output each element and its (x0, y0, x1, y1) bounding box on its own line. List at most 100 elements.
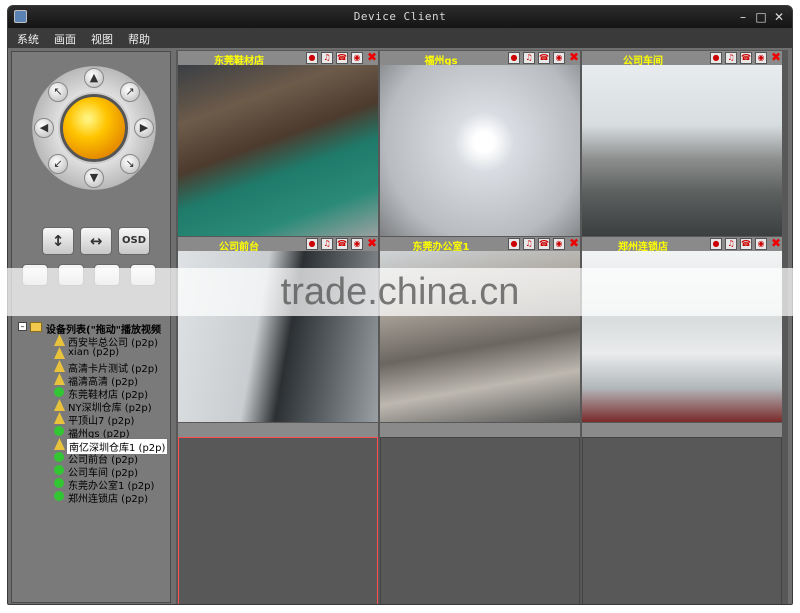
camera-header: 公司前台 ● ♫ ☎ ◉ ✖ (178, 237, 378, 253)
ptz-center-button[interactable] (60, 94, 128, 162)
snapshot-icon[interactable]: ◉ (553, 52, 565, 64)
ptz-control: ▲ ▼ ◀ ▶ ↖ ↗ ↙ ↘ (32, 66, 156, 190)
close-icon[interactable]: ✕ (772, 10, 786, 24)
tree-device-item[interactable]: 东莞鞋材店 (p2p) (16, 386, 166, 401)
ptz-down-icon[interactable]: ▼ (84, 168, 104, 188)
talk-icon[interactable]: ☎ (538, 52, 550, 64)
camera-device-icon (54, 438, 65, 450)
app-window: Device Client – □ ✕ 系统 画面 视图 帮助 ▲ ▼ ◀ ▶ ↖ ↗… (7, 5, 793, 605)
record-icon[interactable]: ● (508, 52, 520, 64)
snapshot-icon[interactable]: ◉ (351, 52, 363, 64)
record-icon[interactable]: ● (306, 238, 318, 250)
empty-video-cell[interactable] (380, 437, 580, 604)
folder-icon (30, 322, 42, 332)
audio-icon[interactable]: ♫ (321, 52, 333, 64)
record-icon[interactable]: ● (710, 52, 722, 64)
minimize-icon[interactable]: – (736, 10, 750, 24)
menu-bar: 系统 画面 视图 帮助 (8, 28, 792, 48)
record-icon[interactable]: ● (508, 238, 520, 250)
ptz-up-left-icon[interactable]: ↖ (48, 82, 68, 102)
snapshot-icon[interactable]: ◉ (755, 52, 767, 64)
talk-icon[interactable]: ☎ (740, 52, 752, 64)
camera-video-feed[interactable] (380, 251, 580, 422)
online-device-icon (54, 465, 64, 475)
ptz-right-icon[interactable]: ▶ (134, 118, 154, 138)
menu-system[interactable]: 系统 (8, 28, 45, 47)
tree-device-item[interactable]: 福州gs (p2p) (16, 425, 166, 440)
camera-header: 东莞办公室1 ● ♫ ☎ ◉ ✖ (380, 237, 580, 253)
ptz-left-icon[interactable]: ◀ (34, 118, 54, 138)
online-device-icon (54, 491, 64, 501)
tree-device-item[interactable]: 平顶山7 (p2p) (16, 412, 166, 427)
tree-device-item[interactable]: 福清高清 (p2p) (16, 373, 166, 388)
audio-icon[interactable]: ♫ (523, 238, 535, 250)
snapshot-icon[interactable]: ◉ (553, 238, 565, 250)
audio-icon[interactable]: ♫ (321, 238, 333, 250)
camera-video-feed[interactable] (582, 251, 782, 422)
talk-icon[interactable]: ☎ (740, 238, 752, 250)
close-icon[interactable]: ✖ (366, 51, 378, 64)
ptz-down-right-icon[interactable]: ↘ (120, 154, 140, 174)
tree-device-item[interactable]: 公司车间 (p2p) (16, 464, 166, 479)
camera-video-feed[interactable] (178, 251, 378, 422)
tree-device-item[interactable]: NY深圳仓库 (p2p) (16, 399, 166, 414)
tree-device-label: 郑州连锁店 (p2p) (68, 494, 149, 505)
tree-device-item[interactable]: 东莞办公室1 (p2p) (16, 477, 166, 492)
empty-video-cell[interactable] (178, 437, 378, 604)
ptz-up-icon[interactable]: ▲ (84, 68, 104, 88)
ptz-down-left-icon[interactable]: ↙ (48, 154, 68, 174)
camera-device-icon (54, 360, 65, 372)
close-icon[interactable]: ✖ (770, 51, 782, 64)
talk-icon[interactable]: ☎ (336, 238, 348, 250)
tree-device-item[interactable]: 郑州连锁店 (p2p) (16, 490, 166, 505)
camera-header: 福州gs ● ♫ ☎ ◉ ✖ (380, 51, 580, 67)
title-bar: Device Client – □ ✕ (8, 6, 792, 28)
control-panel: ▲ ▼ ◀ ▶ ↖ ↗ ↙ ↘ ↕ ↔ OSD – 设备列表("拖动"播放视频 … (11, 51, 171, 603)
online-device-icon (54, 478, 64, 488)
close-icon[interactable]: ✖ (366, 237, 378, 250)
camera-video-feed[interactable] (380, 65, 580, 236)
tree-device-item[interactable]: 西安毕总公司 (p2p) (16, 334, 166, 349)
osd-button[interactable]: OSD (118, 227, 150, 255)
tree-device-item[interactable]: xian (p2p) (16, 347, 166, 360)
tree-device-item[interactable]: 高清卡片测试 (p2p) (16, 360, 166, 375)
camera-header: 郑州连锁店 ● ♫ ☎ ◉ ✖ (582, 237, 782, 253)
record-icon[interactable]: ● (710, 238, 722, 250)
iris-open-button[interactable] (94, 264, 120, 286)
menu-view[interactable]: 视图 (82, 28, 119, 47)
iris-close-button[interactable] (130, 264, 156, 286)
tree-device-item[interactable]: 公司前台 (p2p) (16, 451, 166, 466)
focus-near-button[interactable] (22, 264, 48, 286)
camera-header: 公司车间 ● ♫ ☎ ◉ ✖ (582, 51, 782, 67)
camera-device-icon (54, 399, 65, 411)
record-icon[interactable]: ● (306, 52, 318, 64)
window-title: Device Client (353, 10, 447, 23)
snapshot-icon[interactable]: ◉ (755, 238, 767, 250)
collapse-icon[interactable]: – (18, 322, 27, 331)
close-icon[interactable]: ✖ (568, 51, 580, 64)
camera-header: 东莞鞋材店 ● ♫ ☎ ◉ ✖ (178, 51, 378, 67)
camera-video-feed[interactable] (178, 65, 378, 236)
ptz-up-right-icon[interactable]: ↗ (120, 82, 140, 102)
talk-icon[interactable]: ☎ (336, 52, 348, 64)
empty-video-cell[interactable] (582, 437, 782, 604)
online-device-icon (54, 387, 64, 397)
zoom-vertical-button[interactable]: ↕ (42, 227, 74, 255)
menu-screen[interactable]: 画面 (45, 28, 82, 47)
close-icon[interactable]: ✖ (568, 237, 580, 250)
camera-video-feed[interactable] (582, 65, 782, 236)
device-tree: – 设备列表("拖动"播放视频 西安毕总公司 (p2p) xian (p2p) 高清… (16, 321, 169, 601)
close-icon[interactable]: ✖ (770, 237, 782, 250)
focus-far-button[interactable] (58, 264, 84, 286)
zoom-horizontal-button[interactable]: ↔ (80, 227, 112, 255)
audio-icon[interactable]: ♫ (523, 52, 535, 64)
snapshot-icon[interactable]: ◉ (351, 238, 363, 250)
audio-icon[interactable]: ♫ (725, 238, 737, 250)
maximize-icon[interactable]: □ (754, 10, 768, 24)
tree-device-item[interactable]: 南亿深圳仓库1 (p2p) (16, 438, 169, 455)
camera-device-icon (54, 334, 65, 346)
menu-help[interactable]: 帮助 (119, 28, 156, 47)
empty-cell-header (380, 423, 580, 437)
talk-icon[interactable]: ☎ (538, 238, 550, 250)
audio-icon[interactable]: ♫ (725, 52, 737, 64)
